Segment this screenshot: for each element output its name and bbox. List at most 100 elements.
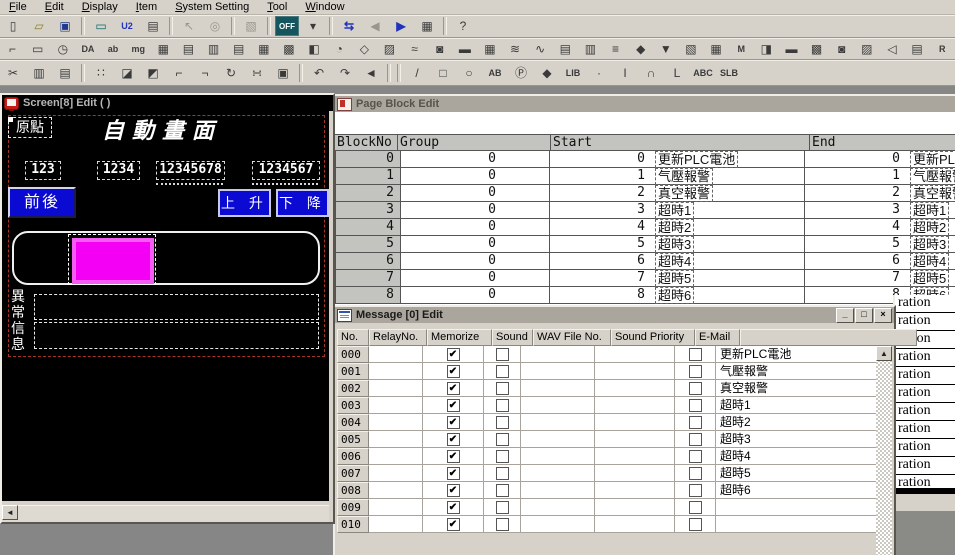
vertical-label[interactable]: 異常信息 (9, 288, 27, 352)
message-text-cell[interactable] (716, 499, 892, 516)
document-part-icon[interactable]: ▤ (227, 39, 250, 59)
sound-priority-cell[interactable] (595, 482, 675, 499)
relay-no-cell[interactable] (369, 499, 423, 516)
print-icon[interactable]: ▤ (141, 16, 165, 36)
sound-priority-cell[interactable] (595, 414, 675, 431)
book-part-icon[interactable]: ▧ (679, 39, 702, 59)
screen-transfer-icon[interactable]: ▭ (89, 16, 113, 36)
maximize-button[interactable]: □ (855, 308, 873, 323)
wav-file-cell[interactable] (521, 414, 595, 431)
help-icon[interactable]: ? (451, 16, 475, 36)
group-cell[interactable]: 0 (401, 270, 550, 287)
tile-windows-icon[interactable]: ▦ (415, 16, 439, 36)
row-number-cell[interactable]: 007 (337, 465, 369, 482)
next-screen-icon[interactable]: ▶ (389, 16, 413, 36)
sound-checkbox[interactable] (496, 484, 509, 497)
pin-tool-icon[interactable]: ◄ (359, 63, 383, 83)
wav-file-cell[interactable] (521, 397, 595, 414)
draw-text-icon[interactable]: AB (483, 63, 507, 83)
message-area-2[interactable] (34, 322, 319, 349)
sound-priority-cell[interactable] (595, 448, 675, 465)
start-message[interactable]: 真空報警 (655, 185, 713, 202)
stamp-icon[interactable]: ▧ (239, 16, 263, 36)
hex-table-icon[interactable]: ▥ (579, 39, 602, 59)
draw-ellipse-icon[interactable]: ○ (457, 63, 481, 83)
rounded-frame[interactable] (12, 231, 320, 285)
draw-line-icon[interactable]: / (405, 63, 429, 83)
select-cursor-icon[interactable]: ↖ (177, 16, 201, 36)
group-cell[interactable]: 0 (401, 202, 550, 219)
multi-copy-icon[interactable]: ∷ (89, 63, 113, 83)
message-text-cell[interactable]: 超時6 (716, 482, 892, 499)
draw-brush-icon[interactable]: ◆ (535, 63, 559, 83)
redo-icon[interactable]: ↷ (333, 63, 357, 83)
group-cell[interactable]: 0 (401, 185, 550, 202)
film-part-icon[interactable]: ▩ (805, 39, 828, 59)
screen-heading-text[interactable]: 自動畫面 (102, 113, 272, 145)
save-icon[interactable]: ▣ (53, 16, 77, 36)
email-checkbox[interactable] (689, 433, 702, 446)
row-number-cell[interactable]: 002 (337, 380, 369, 397)
undo-icon[interactable]: ↶ (307, 63, 331, 83)
sound-checkbox[interactable] (496, 399, 509, 412)
row-number-cell[interactable]: 001 (337, 363, 369, 380)
wav-file-cell[interactable] (521, 363, 595, 380)
swap-screens-icon[interactable]: ⇆ (337, 16, 361, 36)
end-message[interactable]: 超時5 (910, 270, 949, 287)
end-cell[interactable]: 0更新PLC電池 (805, 151, 955, 168)
cut-icon[interactable]: ✂ (1, 63, 25, 83)
keypad-entry-icon[interactable]: ▤ (177, 39, 200, 59)
message-row[interactable]: 008✔超時6 (337, 482, 917, 499)
screen-canvas[interactable]: 原點 自動畫面 1231234123456781234567 前後 上 升 下 … (2, 111, 329, 501)
group-cell[interactable]: 0 (401, 219, 550, 236)
page-block-row[interactable]: 202真空報警2真空報警 (335, 185, 955, 202)
grid-dots-icon[interactable]: ▦ (478, 39, 501, 59)
message-row[interactable]: 001✔气壓報警 (337, 363, 917, 380)
sound-priority-cell[interactable] (595, 346, 675, 363)
lamp-part-icon[interactable]: ◷ (51, 39, 74, 59)
numeric-display[interactable]: 12345678 (156, 161, 225, 180)
row-number-cell[interactable]: 006 (337, 448, 369, 465)
draw-box-icon[interactable]: □ (431, 63, 455, 83)
row-number-cell[interactable]: 009 (337, 499, 369, 516)
relay-no-cell[interactable] (369, 482, 423, 499)
relay-no-cell[interactable] (369, 397, 423, 414)
draw-vline-icon[interactable]: I (613, 63, 637, 83)
text-display-icon[interactable]: ab (102, 39, 125, 59)
wav-file-cell[interactable] (521, 465, 595, 482)
sound-checkbox[interactable] (496, 348, 509, 361)
sound-checkbox[interactable] (496, 501, 509, 514)
rotate-icon[interactable]: ↻ (219, 63, 243, 83)
message-titlebar[interactable]: Message [0] Edit _ □ × (335, 307, 894, 323)
sound-checkbox[interactable] (496, 365, 509, 378)
end-cell[interactable]: 2真空報警 (805, 185, 955, 202)
page-block-row[interactable]: 101气壓報警1气壓報警 (335, 168, 955, 185)
end-message[interactable]: 气壓報警 (910, 168, 955, 185)
message-text-cell[interactable] (716, 516, 892, 533)
relay-no-cell[interactable] (369, 346, 423, 363)
sound-checkbox[interactable] (496, 518, 509, 531)
block-no-cell[interactable]: 0 (335, 151, 401, 168)
video-part-icon[interactable]: ◨ (755, 39, 778, 59)
wav-file-cell[interactable] (521, 482, 595, 499)
sound-priority-cell[interactable] (595, 431, 675, 448)
keypad-edit-icon[interactable]: ▥ (202, 39, 225, 59)
origin-label-part[interactable]: 原點 (8, 117, 52, 138)
memorize-checkbox[interactable]: ✔ (447, 467, 460, 480)
switch-part-icon[interactable]: ▭ (26, 39, 49, 59)
end-cell[interactable]: 3超時1 (805, 202, 955, 219)
start-message[interactable]: 超時5 (655, 270, 694, 287)
panel-meter-icon[interactable]: ◇ (353, 39, 376, 59)
message-row[interactable]: 009✔ (337, 499, 917, 516)
sound-checkbox[interactable] (496, 416, 509, 429)
message-row[interactable]: 005✔超時3 (337, 431, 917, 448)
draw-arc-icon[interactable]: ∩ (639, 63, 663, 83)
shield-part-icon[interactable]: ◙ (428, 39, 451, 59)
row-number-cell[interactable]: 003 (337, 397, 369, 414)
sound-priority-cell[interactable] (595, 516, 675, 533)
end-message[interactable]: 超時3 (910, 236, 949, 253)
message-row[interactable]: 003✔超時1 (337, 397, 917, 414)
row-number-cell[interactable]: 005 (337, 431, 369, 448)
message-text-cell[interactable]: 超時5 (716, 465, 892, 482)
page-block-row[interactable]: 404超時24超時2 (335, 219, 955, 236)
